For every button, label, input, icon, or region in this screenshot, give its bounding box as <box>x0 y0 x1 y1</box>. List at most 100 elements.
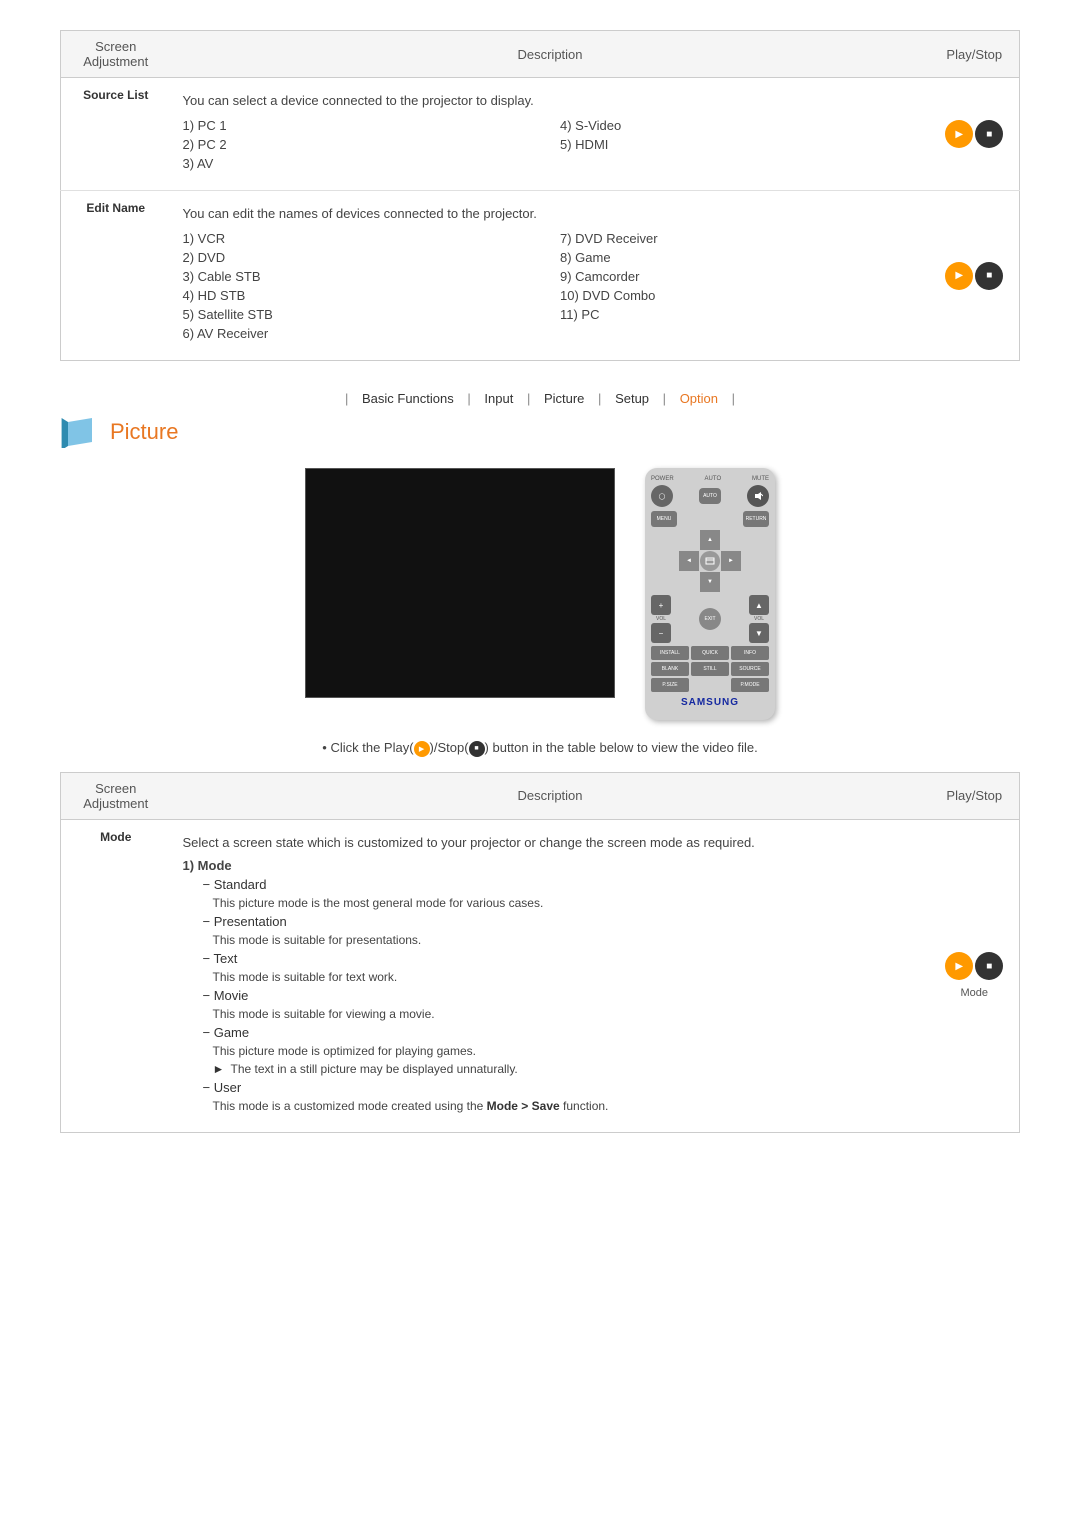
nav-option[interactable]: Option <box>680 391 718 406</box>
stop-button-mode[interactable]: ■ <box>975 952 1003 980</box>
remote-install-btn[interactable]: INSTALL <box>651 646 689 660</box>
editname-item-5: 5) Satellite STB <box>183 307 541 322</box>
play-icon: ▶ <box>414 741 430 757</box>
stop-inline-icon: ■ <box>469 741 485 757</box>
row-label-mode: Mode <box>61 819 171 1132</box>
remote-blank-btn[interactable]: BLANK <box>651 662 689 676</box>
source-item-2: 2) PC 2 <box>183 137 541 152</box>
table-picture: ScreenAdjustment Description Play/Stop M… <box>60 772 1020 1133</box>
play-stop-mode[interactable]: ▶ ■ <box>945 952 1003 980</box>
mode-desc-intro: Select a screen state which is customize… <box>183 835 918 850</box>
mode-list-title: 1) Mode <box>183 858 918 873</box>
nav-sep2: | <box>467 391 470 406</box>
col2-header: Description <box>171 31 930 78</box>
play-stop-editname[interactable]: ▶ ■ <box>945 262 1003 290</box>
editname-item-6: 6) AV Receiver <box>183 326 541 341</box>
remote-dpad: ▲ ◄ ► ▼ <box>679 530 741 592</box>
editname-item-11: 11) PC <box>560 307 918 322</box>
nav-sep5: | <box>663 391 666 406</box>
editname-item-10: 10) DVD Combo <box>560 288 918 303</box>
remote-menu-btn[interactable]: MENU <box>651 511 677 527</box>
row-content-mode: Select a screen state which is customize… <box>171 819 930 1132</box>
editname-item-4: 4) HD STB <box>183 288 541 303</box>
mode-game-desc: This picture mode is optimized for playi… <box>213 1044 918 1058</box>
remote-left-btn[interactable]: ◄ <box>679 551 699 571</box>
nav-bar: | Basic Functions | Input | Picture | Se… <box>60 391 1020 406</box>
col2-header-t2: Description <box>171 772 930 819</box>
mode-text-desc: This mode is suitable for text work. <box>213 970 918 984</box>
mode-list: 1) Mode − Standard This picture mode is … <box>183 858 918 1113</box>
stop-button-source[interactable]: ■ <box>975 120 1003 148</box>
row-label-source: Source List <box>61 78 171 191</box>
nav-separator: | <box>345 391 348 406</box>
nav-sep6: | <box>732 391 735 406</box>
table-row: Mode Select a screen state which is cust… <box>61 819 1020 1132</box>
remote-arrow-up2[interactable]: ▲ <box>749 595 769 615</box>
editname-item-9: 9) Camcorder <box>560 269 918 284</box>
mode-text-label: − Text <box>203 951 918 966</box>
nav-sep4: | <box>598 391 601 406</box>
remote-vol-minus[interactable]: − <box>651 623 671 643</box>
remote-arrow-dn2[interactable]: ▼ <box>749 623 769 643</box>
nav-input[interactable]: Input <box>484 391 513 406</box>
remote-vol-plus[interactable]: + <box>651 595 671 615</box>
source-item-4: 4) S-Video <box>560 118 918 133</box>
remote-label-auto: AUTO <box>705 476 722 482</box>
row-buttons-source: ▶ ■ <box>930 78 1020 191</box>
source-item-1: 1) PC 1 <box>183 118 541 133</box>
editname-item-1: 1) VCR <box>183 231 541 246</box>
remote-pmode-btn[interactable]: P.MODE <box>731 678 769 692</box>
remote-return-btn[interactable]: RETURN <box>743 511 769 527</box>
editname-desc: You can edit the names of devices connec… <box>183 206 918 221</box>
nav-picture[interactable]: Picture <box>544 391 584 406</box>
mode-game-label: − Game <box>203 1025 918 1040</box>
remote-center-btn[interactable] <box>700 551 720 571</box>
mode-movie-label: − Movie <box>203 988 918 1003</box>
remote-down-btn[interactable]: ▼ <box>700 572 720 592</box>
picture-header: Picture <box>60 416 1020 448</box>
play-button-mode[interactable]: ▶ <box>945 952 973 980</box>
col1-header-t2: ScreenAdjustment <box>61 772 171 819</box>
remote-psize-btn[interactable]: P.SIZE <box>651 678 689 692</box>
remote-info-btn[interactable]: INFO <box>731 646 769 660</box>
source-item-5: 5) HDMI <box>560 137 918 152</box>
source-item-3: 3) AV <box>183 156 541 171</box>
row-buttons-editname: ▶ ■ <box>930 191 1020 361</box>
stop-button-editname[interactable]: ■ <box>975 262 1003 290</box>
table-input: ScreenAdjustment Description Play/Stop S… <box>60 30 1020 361</box>
remote-control: POWER AUTO MUTE ◯ AUTO MENU RETURN <box>645 468 775 720</box>
remote-auto-btn[interactable]: AUTO <box>699 488 721 504</box>
remote-quick-btn[interactable]: QUICK <box>691 646 729 660</box>
play-button-editname[interactable]: ▶ <box>945 262 973 290</box>
remote-up-btn[interactable]: ▲ <box>700 530 720 550</box>
mode-user-label: − User <box>203 1080 918 1095</box>
play-button-source[interactable]: ▶ <box>945 120 973 148</box>
play-inline-icon: ▶ <box>414 741 430 757</box>
nav-basic-functions[interactable]: Basic Functions <box>362 391 454 406</box>
table-row: Edit Name You can edit the names of devi… <box>61 191 1020 361</box>
remote-source-btn[interactable]: SOURCE <box>731 662 769 676</box>
samsung-logo: SAMSUNG <box>651 697 769 708</box>
instruction-line: • Click the Play(▶)/Stop(■) button in th… <box>60 740 1020 757</box>
remote-mute-btn[interactable] <box>747 485 769 507</box>
mode-presentation-desc: This mode is suitable for presentations. <box>213 933 918 947</box>
row-content-editname: You can edit the names of devices connec… <box>171 191 930 361</box>
row-label-editname: Edit Name <box>61 191 171 361</box>
source-desc: You can select a device connected to the… <box>183 93 918 108</box>
remote-exit-btn[interactable]: EXIT <box>699 608 721 630</box>
mode-button-label: Mode <box>960 987 988 999</box>
remote-right-btn[interactable]: ► <box>721 551 741 571</box>
remote-still-btn[interactable]: STILL <box>691 662 729 676</box>
stop-icon: ■ <box>469 741 485 757</box>
mode-movie-desc: This mode is suitable for viewing a movi… <box>213 1007 918 1021</box>
table-row: Source List You can select a device conn… <box>61 78 1020 191</box>
remote-power-btn[interactable]: ◯ <box>651 485 673 507</box>
editname-item-8: 8) Game <box>560 250 918 265</box>
mode-user-desc: This mode is a customized mode created u… <box>213 1099 918 1113</box>
nav-setup[interactable]: Setup <box>615 391 649 406</box>
play-stop-source[interactable]: ▶ ■ <box>945 120 1003 148</box>
mode-standard-desc: This picture mode is the most general mo… <box>213 896 918 910</box>
col3-header-t2: Play/Stop <box>930 772 1020 819</box>
remote-bottom-section: INSTALL QUICK INFO BLANK STILL SOURCE P.… <box>651 646 769 692</box>
mode-standard-label: − Standard <box>203 877 918 892</box>
